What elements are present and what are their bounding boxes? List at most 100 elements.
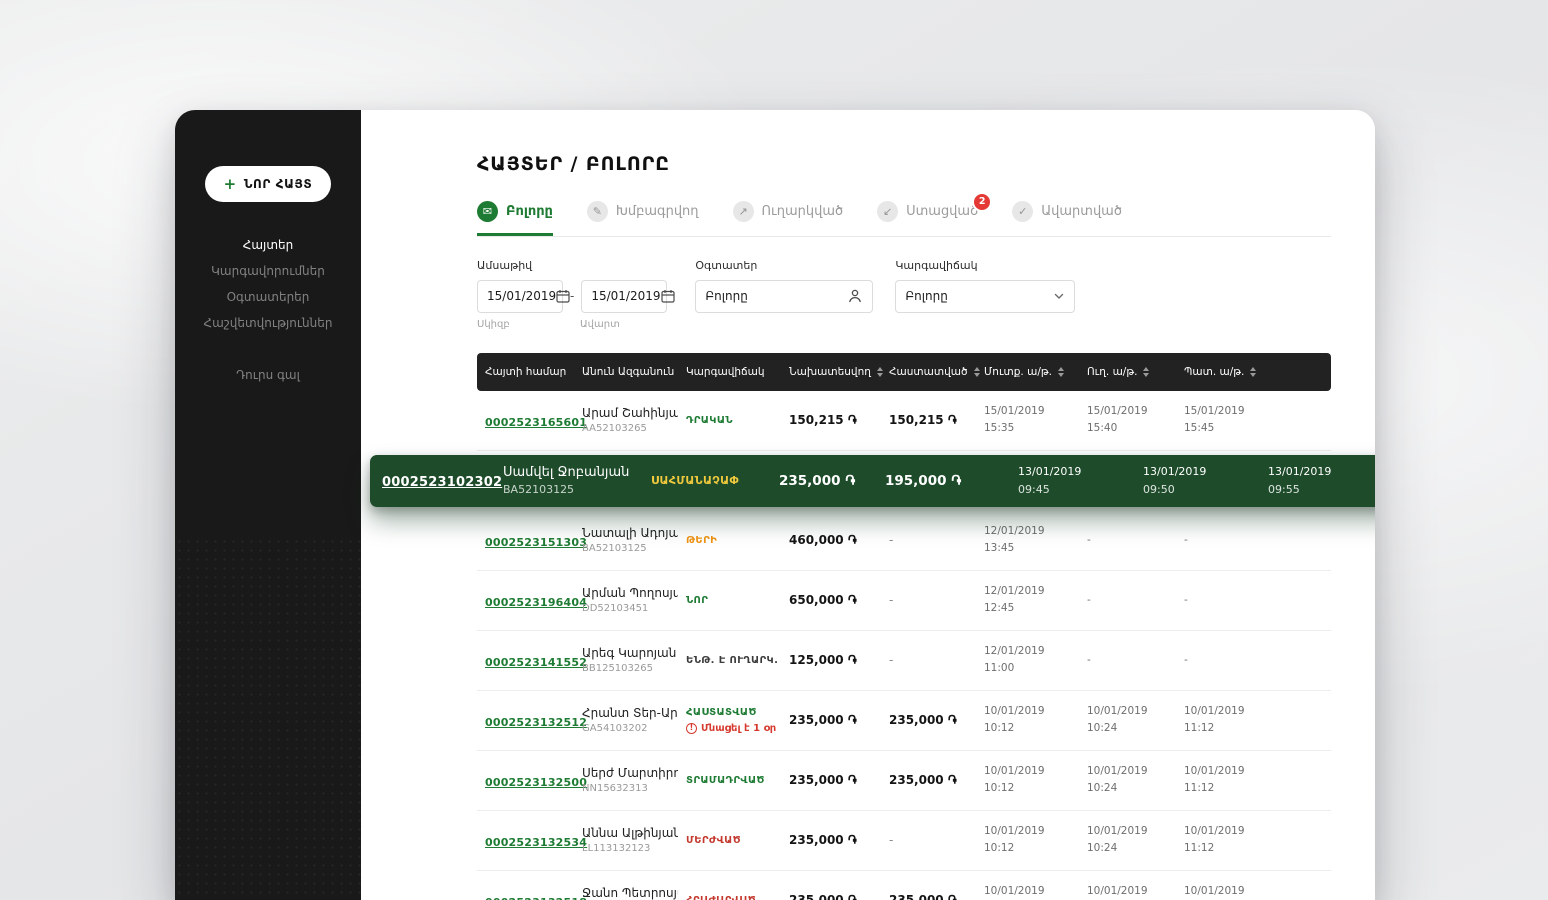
tabs-bar: ✉ Բոլորը ✎ Խմբագրվող ↗ Ուղարկված ↙ Ստացվ… (477, 191, 1332, 237)
date-filter-group: Ամսաթիվ 15/01/2019 - 15/01/2019 Սկիզբ Ավ… (477, 258, 675, 330)
application-id-link[interactable]: 0002523151303 (485, 536, 587, 549)
planned-amount: 235,000 ֏ (789, 832, 857, 847)
sort-icon[interactable] (1250, 366, 1257, 377)
column-header[interactable]: Ուղ. ա/թ. (1079, 366, 1176, 378)
sidebar-item-users[interactable]: Օգտատերեր (227, 290, 310, 304)
sidebar-item-applications[interactable]: Հայտեր (243, 238, 293, 252)
application-id-link[interactable]: 0002523196404 (485, 596, 587, 609)
status-label: ՀՐԱԺԱՐՎԱԾ (686, 895, 781, 900)
column-header[interactable]: Պատ. ա/թ. (1176, 366, 1331, 378)
sidebar: + ՆՈՐ ՀԱՅՏ Հայտեր Կարգավորումներ Օգտատեր… (175, 110, 361, 900)
app-window: + ՆՈՐ ՀԱՅՏ Հայտեր Կարգավորումներ Օգտատեր… (175, 110, 1375, 900)
applicant-document-number: GA54103202 (582, 723, 648, 735)
applicant-name: Արեգ Կարոյան (582, 646, 677, 661)
application-id-link[interactable]: 0002523102302 (382, 475, 502, 490)
sent-datetime: 10/01/201910:24 (1087, 704, 1148, 735)
table-body: 0002523165601 Արամ Շահինյան AA52103265 Դ… (370, 390, 1375, 900)
status-filter-group: Կարգավիճակ Բոլորը (895, 259, 1076, 330)
tab-received[interactable]: ↙ Ստացված 2 (877, 191, 993, 236)
status-label: ՄԵՐԺՎԱԾ (686, 834, 741, 846)
status-filter-select[interactable]: Բոլորը (895, 279, 1076, 313)
table-row[interactable]: 0002523141552 Արեգ Կարոյան BB125103265 Ե… (477, 630, 1332, 691)
applicant-document-number: LL113132123 (582, 843, 651, 855)
planned-amount: 125,000 ֏ (789, 652, 857, 667)
table-row-selected[interactable]: 0002523102302 Սամվել Ջոբանյան BA52103125… (370, 454, 1375, 507)
entry-datetime: 12/01/2019 13:45 (984, 524, 1045, 555)
sent-datetime: 10/01/201910:24 (1087, 764, 1148, 795)
tab-all[interactable]: ✉ Բոլորը (477, 200, 553, 236)
answer-datetime: 10/01/201911:12 (1184, 824, 1245, 855)
table-row[interactable]: 0002523196404 Արման Պողոսյան DD52103451 … (477, 570, 1332, 631)
entry-datetime: 10/01/201910:12 (984, 884, 1045, 897)
answer-datetime: - (1184, 653, 1188, 666)
calendar-icon[interactable] (660, 289, 675, 303)
applicant-document-number: BB125103265 (582, 663, 653, 675)
status-label: ՀԱՍՏԱՏՎԱԾ (686, 706, 757, 718)
applications-table: Հայտի համար Անուն Ազգանուն Կարգավիճակ Նախատ… (370, 352, 1375, 900)
applicant-document-number: AA52103265 (582, 423, 647, 435)
tab-label: Խմբագրվող (615, 203, 699, 219)
sort-icon[interactable] (1057, 366, 1064, 377)
approved-amount: - (889, 533, 894, 548)
planned-amount: 650,000 ֏ (789, 592, 857, 607)
application-id-link[interactable]: 0002523141552 (485, 656, 587, 669)
tab-label: Ուղարկված (761, 203, 844, 219)
approved-amount: - (889, 833, 894, 848)
applicant-name: Սամվել Ջոբանյան (503, 465, 630, 481)
approved-amount: - (889, 593, 894, 608)
applicant-name: Արամ Շահինյան (582, 406, 678, 421)
table-row[interactable]: 0002523132534 Աննա Ալթինյան LL113132123 … (477, 810, 1332, 871)
calendar-icon[interactable] (556, 289, 570, 303)
table-row[interactable]: 0002523165601 Արամ Շահինյան AA52103265 Դ… (477, 390, 1332, 451)
column-header[interactable]: Նախատեսվող (781, 366, 883, 378)
user-filter-group: Օգտատեր Բոլորը (695, 259, 874, 330)
entry-datetime: 10/01/201910:12 (984, 824, 1045, 855)
status-warning: ! Մնացել է 1 օր (686, 722, 781, 734)
status-label: ԹԵՐԻ (686, 534, 718, 546)
date-to-value: 15/01/2019 (591, 289, 661, 304)
date-from-input[interactable]: 15/01/2019 (477, 279, 570, 313)
sent-datetime: 10/01/201910:24 (1087, 824, 1148, 855)
application-id-link[interactable]: 0002523132534 (485, 836, 587, 849)
approved-amount: 235,000 ֏ (889, 892, 957, 900)
status-label: ԴՐԱԿԱՆ (686, 414, 733, 426)
application-id-link[interactable]: 0002523132500 (485, 776, 587, 789)
applicant-name: Սերժ Մարտիրոսյան (582, 766, 678, 781)
application-id-link[interactable]: 0002523165601 (485, 416, 587, 429)
planned-amount: 235,000 ֏ (789, 772, 857, 787)
application-id-link[interactable]: 0002523132512 (485, 716, 587, 729)
table-row[interactable]: 0002523132518 Ջանո Պետրոսյան AA0004103 Հ… (477, 870, 1332, 900)
chevron-down-icon[interactable] (1053, 290, 1065, 302)
approved-amount: - (889, 653, 894, 668)
table-row[interactable]: 0002523151303 Նատալի Ադոյան BA52103125 Թ… (477, 510, 1332, 571)
date-filter-label: Ամսաթիվ (477, 258, 533, 272)
sidebar-item-settings[interactable]: Կարգավորումներ (211, 264, 325, 278)
column-header[interactable]: Մուտք. ա/թ. (976, 366, 1079, 378)
sort-icon[interactable] (1143, 366, 1150, 377)
planned-amount: 235,000 ֏ (779, 472, 856, 489)
warning-text: Մնացել է 1 օր (701, 722, 777, 734)
user-filter-input[interactable]: Բոլորը (695, 279, 874, 313)
column-header[interactable]: Հաստատված (881, 366, 980, 378)
entry-datetime: 12/01/2019 12:45 (984, 584, 1045, 615)
sent-datetime: 10/01/201910:24 (1087, 884, 1148, 897)
warning-icon: ! (686, 722, 697, 734)
column-header: Հայտի համար (485, 365, 567, 378)
sidebar-item-logout[interactable]: Դուրս գալ (236, 368, 300, 382)
main-content: ՀԱՅՏԵՐ / ԲՈԼՈՐԸ ✉ Բոլորը ✎ Խմբագրվող ↗ Ո… (361, 110, 1375, 900)
sent-datetime: 13/01/2019 09:50 (1143, 464, 1207, 496)
table-row[interactable]: 0002523132500 Սերժ Մարտիրոսյան NN1563231… (477, 750, 1332, 811)
tab-completed[interactable]: ✓ Ավարտված (1012, 200, 1122, 236)
tab-sent[interactable]: ↗ Ուղարկված (732, 200, 844, 236)
date-to-input[interactable]: 15/01/2019 (581, 279, 675, 313)
sent-datetime: - (1087, 653, 1091, 666)
application-id-link[interactable]: 0002523132518 (485, 896, 587, 900)
sidebar-item-reports[interactable]: Հաշվետվություններ (204, 316, 333, 330)
pencil-icon: ✎ (586, 200, 608, 222)
table-row[interactable]: 0002523132512 Հրանտ Տեր-Արքա... GA541032… (477, 690, 1332, 751)
check-icon: ✓ (1012, 200, 1034, 222)
new-application-button[interactable]: + ՆՈՐ ՀԱՅՏ (204, 166, 332, 202)
tab-editing[interactable]: ✎ Խմբագրվող (586, 200, 699, 236)
tab-label: Ստացված (906, 203, 979, 219)
applicant-name: Արման Պողոսյան (582, 586, 678, 601)
